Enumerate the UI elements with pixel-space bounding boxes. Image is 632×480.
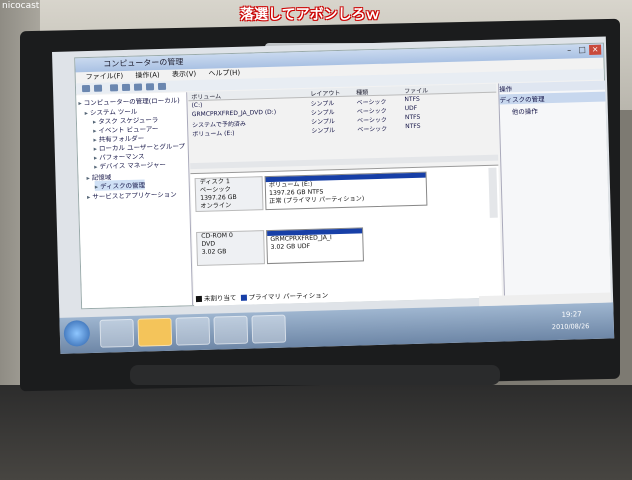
disk-status: オンライン (200, 202, 232, 210)
tree-item-services[interactable]: サービスとアプリケーション (87, 189, 177, 201)
volume-fs: UDF (404, 104, 418, 113)
help-icon[interactable] (145, 83, 155, 91)
refresh-icon[interactable] (157, 82, 167, 91)
ie-icon[interactable] (99, 318, 135, 348)
monitor-screen: コンピューターの管理 – □ × ファイル(F) 操作(A) 表示(V) ヘルプ… (52, 36, 615, 354)
disk-size: 3.02 GB (201, 248, 227, 256)
actions-section[interactable]: ディスクの管理 (499, 91, 606, 105)
col-layout[interactable]: レイアウト (310, 88, 340, 98)
forward-icon[interactable] (93, 84, 103, 92)
volume-name: (C:) (191, 101, 203, 110)
volume-fs: NTFS (405, 122, 421, 131)
actions-more[interactable]: 他の操作 (512, 104, 606, 116)
disk-label[interactable]: CD-ROM 0 DVD 3.02 GB (196, 230, 266, 267)
unallocated-swatch (195, 295, 203, 303)
col-volume[interactable]: ボリューム (191, 91, 221, 101)
tree-item-device-manager[interactable]: デバイス マネージャー (94, 159, 166, 171)
partition-size: 3.02 GB UDF (270, 242, 311, 251)
menu-view[interactable]: 表示(V) (172, 70, 196, 79)
primary-swatch (240, 294, 247, 301)
col-fs[interactable]: ファイル (404, 86, 428, 96)
volume-name: GRMCPRXFRED_JA_DVD (D:) (191, 108, 277, 119)
start-orb-icon[interactable] (63, 320, 91, 347)
monitor-stand (130, 365, 500, 385)
media-player-icon[interactable] (175, 316, 211, 346)
volume-type: ベーシック (357, 125, 388, 134)
clock-date[interactable]: 2010/08/26 (552, 322, 590, 331)
explorer-icon[interactable] (137, 317, 173, 347)
scrolling-comment: 落選してアボンしろｗ (240, 7, 380, 23)
close-icon[interactable]: × (589, 44, 602, 55)
computer-management-window: コンピューターの管理 – □ × ファイル(F) 操作(A) 表示(V) ヘルプ… (74, 42, 611, 310)
properties-icon[interactable] (133, 83, 143, 91)
vertical-scrollbar[interactable] (488, 167, 498, 218)
volume-name: ボリューム (E:) (192, 129, 235, 139)
menu-help[interactable]: ヘルプ(H) (208, 69, 240, 78)
partition-block[interactable]: ボリューム (E:) 1397.26 GB NTFS 正常 (プライマリ パーテ… (264, 171, 428, 211)
computer-management-icon[interactable] (251, 314, 287, 344)
app-icon[interactable] (213, 315, 249, 345)
system-tray: 19:27 2010/08/26 (479, 305, 612, 339)
back-icon[interactable] (81, 84, 91, 93)
menu-file[interactable]: ファイル(F) (86, 72, 124, 81)
partition-block[interactable]: GRMCPRXFRED_JA_I 3.02 GB UDF (266, 227, 364, 265)
navigation-tree: コンピューターの管理(ローカル) システム ツール タスク スケジューラ イベン… (76, 92, 194, 309)
col-type[interactable]: 種類 (356, 87, 368, 96)
up-icon[interactable] (109, 84, 119, 92)
volume-layout: シンプル (311, 127, 336, 135)
clock-time[interactable]: 19:27 (561, 310, 581, 319)
volume-fs: NTFS (404, 95, 420, 104)
desk-surface (0, 385, 632, 480)
window-title: コンピューターの管理 (103, 57, 184, 69)
channel-label: nicocast (2, 1, 40, 11)
disk-label[interactable]: ディスク 1 ベーシック 1397.26 GB オンライン (194, 176, 264, 213)
actions-header: 操作 (499, 80, 606, 94)
volume-fs: NTFS (404, 113, 421, 122)
actions-pane: 操作 ディスクの管理 他の操作 (498, 80, 611, 297)
minimize-icon[interactable]: – (563, 45, 575, 55)
legend-unallocated: 未割り当て (203, 293, 237, 303)
show-tree-icon[interactable] (121, 83, 131, 92)
maximize-icon[interactable]: □ (576, 45, 588, 55)
menu-action[interactable]: 操作(A) (135, 71, 159, 80)
